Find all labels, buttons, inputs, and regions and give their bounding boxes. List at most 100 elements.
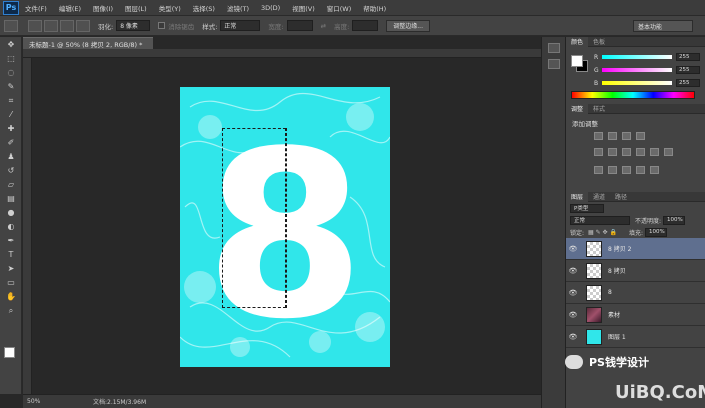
selection-add-icon[interactable]	[44, 19, 58, 32]
menu-edit[interactable]: 编辑(E)	[53, 3, 87, 13]
menu-help[interactable]: 帮助(H)	[357, 3, 392, 13]
layer-row-8-copy[interactable]: 👁 8 拷贝	[566, 260, 705, 282]
panel-foreground-color[interactable]	[571, 55, 583, 67]
brush-tool-icon[interactable]: ✐	[4, 137, 18, 148]
menu-filter[interactable]: 滤镜(T)	[221, 3, 255, 13]
marquee-tool-icon[interactable]	[4, 19, 18, 32]
eye-icon[interactable]: 👁	[566, 311, 580, 319]
black-white-icon[interactable]	[636, 148, 645, 156]
red-slider-row: R 255	[594, 53, 704, 61]
eye-icon[interactable]: 👁	[566, 267, 580, 275]
color-panel: R 255 G 255 B 255	[566, 47, 705, 104]
adjustments-row-3	[594, 166, 664, 174]
blue-value[interactable]: 255	[676, 79, 700, 87]
antialias-checkbox[interactable]	[158, 22, 166, 29]
layer-row-8[interactable]: 👁 8	[566, 282, 705, 304]
exposure-icon[interactable]	[636, 132, 645, 140]
eye-icon[interactable]: 👁	[566, 289, 580, 297]
tab-paths[interactable]: 路径	[610, 192, 632, 202]
layer-row-material[interactable]: 👁 素材	[566, 304, 705, 326]
menu-view[interactable]: 视图(V)	[286, 3, 321, 13]
history-panel-icon[interactable]	[548, 43, 560, 53]
menu-select[interactable]: 选择(S)	[187, 3, 221, 13]
hand-tool-icon[interactable]: ✋	[4, 291, 18, 302]
tab-layers[interactable]: 图层	[566, 191, 589, 202]
invert-icon[interactable]	[594, 166, 603, 174]
path-select-tool-icon[interactable]: ➤	[4, 263, 18, 274]
fill-input[interactable]: 100%	[644, 227, 667, 237]
workspace-select[interactable]: 基本功能	[633, 20, 693, 32]
move-tool-icon[interactable]: ✥	[4, 39, 18, 50]
hue-saturation-icon[interactable]	[608, 148, 617, 156]
threshold-icon[interactable]	[622, 166, 631, 174]
menu-image[interactable]: 图像(I)	[87, 3, 119, 13]
style-select[interactable]: 正常	[220, 20, 261, 31]
red-slider[interactable]	[602, 55, 672, 59]
marquee-tool-icon[interactable]: ⬚	[4, 53, 18, 64]
curves-icon[interactable]	[622, 132, 631, 140]
opacity-input[interactable]: 100%	[663, 215, 686, 225]
selection-new-icon[interactable]	[28, 19, 42, 32]
selective-color-icon[interactable]	[650, 166, 659, 174]
menu-window[interactable]: 窗口(W)	[321, 3, 358, 13]
photo-filter-icon[interactable]	[650, 148, 659, 156]
document-tab[interactable]: 未标题-1 @ 50% (8 拷贝 2, RGB/8) *	[23, 37, 153, 49]
layer-row-8-copy-2[interactable]: 👁 8 拷贝 2	[566, 238, 705, 260]
posterize-icon[interactable]	[608, 166, 617, 174]
blur-tool-icon[interactable]: ●	[4, 207, 18, 218]
history-brush-tool-icon[interactable]: ↺	[4, 165, 18, 176]
levels-icon[interactable]	[608, 132, 617, 140]
eyedropper-tool-icon[interactable]: ⁄	[4, 109, 18, 120]
width-input[interactable]	[286, 20, 313, 31]
refine-edge-button[interactable]: 调整边缘...	[386, 19, 430, 32]
channel-mixer-icon[interactable]	[664, 148, 673, 156]
color-balance-icon[interactable]	[622, 148, 631, 156]
layer-filter-select[interactable]: P类型	[570, 203, 604, 213]
eraser-tool-icon[interactable]: ▱	[4, 179, 18, 190]
properties-panel-icon[interactable]	[548, 59, 560, 69]
crop-tool-icon[interactable]: ⌗	[4, 95, 18, 106]
selection-subtract-icon[interactable]	[60, 19, 74, 32]
zoom-tool-icon[interactable]: ⌕	[4, 305, 18, 316]
tab-styles[interactable]: 样式	[588, 104, 610, 114]
type-tool-icon[interactable]: T	[4, 249, 18, 260]
lasso-tool-icon[interactable]: ◌	[4, 67, 18, 78]
eye-icon[interactable]: 👁	[566, 245, 580, 253]
height-input[interactable]	[352, 20, 379, 31]
tab-channels[interactable]: 通道	[588, 192, 610, 202]
foreground-color[interactable]	[4, 347, 15, 358]
blend-mode-select[interactable]: 正常	[570, 215, 630, 225]
brightness-icon[interactable]	[594, 132, 603, 140]
blue-slider[interactable]	[602, 81, 672, 85]
tab-swatches[interactable]: 色板	[588, 37, 610, 47]
menu-file[interactable]: 文件(F)	[19, 3, 53, 13]
dodge-tool-icon[interactable]: ◐	[4, 221, 18, 232]
stamp-tool-icon[interactable]: ♟	[4, 151, 18, 162]
lock-icons[interactable]: ▦ ✎ ✥ 🔒	[588, 229, 617, 236]
layer-name: 8	[608, 289, 612, 296]
green-value[interactable]: 255	[676, 66, 700, 74]
green-slider[interactable]	[602, 68, 672, 72]
gradient-map-icon[interactable]	[636, 166, 645, 174]
tab-color[interactable]: 颜色	[566, 36, 589, 47]
menu-3d[interactable]: 3D(D)	[255, 4, 286, 12]
vibrance-icon[interactable]	[594, 148, 603, 156]
style-label: 样式:	[202, 22, 218, 31]
color-spectrum[interactable]	[571, 91, 695, 99]
menu-layer[interactable]: 图层(L)	[119, 3, 153, 13]
menu-type[interactable]: 类型(Y)	[153, 3, 187, 13]
layer-row-layer-1[interactable]: 👁 图层 1	[566, 326, 705, 348]
pen-tool-icon[interactable]: ✒	[4, 235, 18, 246]
shape-tool-icon[interactable]: ▭	[4, 277, 18, 288]
feather-input[interactable]: 8 像素	[116, 20, 151, 31]
gradient-tool-icon[interactable]: ▤	[4, 193, 18, 204]
red-value[interactable]: 255	[676, 53, 700, 61]
color-swatches[interactable]	[4, 347, 20, 363]
tab-adjustments[interactable]: 调整	[566, 103, 589, 114]
eye-icon[interactable]: 👁	[566, 333, 580, 341]
zoom-level[interactable]: 50%	[23, 398, 49, 405]
healing-tool-icon[interactable]: ✚	[4, 123, 18, 134]
quick-select-tool-icon[interactable]: ✎	[4, 81, 18, 92]
selection-intersect-icon[interactable]	[76, 19, 90, 32]
swap-icon[interactable]: ⇄	[321, 22, 326, 30]
